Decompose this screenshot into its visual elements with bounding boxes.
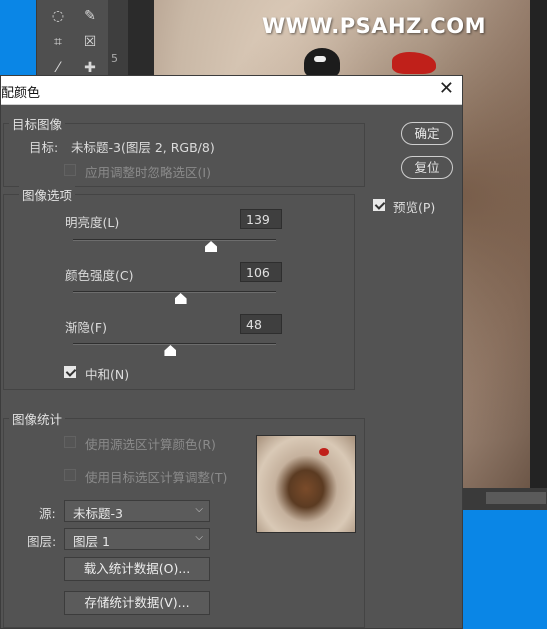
scrollbar-thumb[interactable] <box>486 492 546 504</box>
quick-selection-icon[interactable]: ✎ <box>79 6 101 26</box>
chevron-down-icon: ⌵ <box>195 504 203 515</box>
photoshop-toolbar: ◌ ✎ ⌗ ☒ ⁄ ✚ <box>36 0 110 78</box>
source-select[interactable]: 未标题-3 ⌵ <box>64 500 210 522</box>
reset-button[interactable]: 复位 <box>401 156 453 179</box>
luminance-input[interactable]: 139 <box>240 209 282 229</box>
target-image-label: 目标图像 <box>9 114 66 133</box>
ruler-number: 5 <box>111 52 118 65</box>
dialog-titlebar[interactable]: 配颜色 ✕ <box>1 76 462 105</box>
close-icon[interactable]: ✕ <box>439 80 454 98</box>
source-thumbnail <box>256 435 356 533</box>
save-statistics-button[interactable]: 存储统计数据(V)... <box>64 591 210 615</box>
chick-figure <box>304 48 340 78</box>
match-color-dialog: 配颜色 ✕ 目标图像 目标: 未标题-3(图层 2, RGB/8) 应用调整时忽… <box>0 75 463 629</box>
layer-select-value: 图层 1 <box>73 534 110 549</box>
neutralize-checkbox[interactable] <box>64 366 76 378</box>
source-label: 源: <box>39 506 56 521</box>
fade-slider[interactable] <box>73 343 276 345</box>
luminance-label: 明亮度(L) <box>65 215 120 230</box>
target-prefix: 目标: <box>29 140 59 155</box>
use-source-selection-checkbox[interactable] <box>64 436 76 448</box>
color-intensity-label: 颜色强度(C) <box>65 268 134 283</box>
layer-select[interactable]: 图层 1 ⌵ <box>64 528 210 550</box>
source-select-value: 未标题-3 <box>73 506 123 521</box>
fade-label: 渐隐(F) <box>65 320 107 335</box>
desktop-background-right <box>462 510 547 629</box>
preview-checkbox[interactable] <box>373 199 385 211</box>
use-target-selection-label: 使用目标选区计算调整(T) <box>85 470 228 485</box>
use-target-selection-checkbox[interactable] <box>64 469 76 481</box>
image-stats-label: 图像统计 <box>9 409 66 428</box>
color-intensity-slider[interactable] <box>73 291 276 293</box>
rooster-comb <box>392 52 436 74</box>
luminance-slider[interactable] <box>73 239 276 241</box>
frame-icon[interactable]: ☒ <box>79 32 101 52</box>
dialog-title: 配颜色 <box>1 86 41 101</box>
workspace-gap <box>128 0 154 78</box>
load-statistics-button[interactable]: 载入统计数据(O)... <box>64 557 210 581</box>
layer-label: 图层: <box>27 534 57 549</box>
ruler: 5 <box>108 0 128 78</box>
lasso-icon[interactable]: ◌ <box>47 6 69 26</box>
thumbnail-comb <box>319 448 329 456</box>
chevron-down-icon: ⌵ <box>195 532 203 543</box>
ignore-selection-checkbox[interactable] <box>64 164 76 176</box>
horizontal-scrollbar[interactable] <box>462 488 547 510</box>
ok-button[interactable]: 确定 <box>401 122 453 145</box>
use-source-selection-label: 使用源选区计算颜色(R) <box>85 437 216 452</box>
ignore-selection-label: 应用调整时忽略选区(I) <box>85 165 211 180</box>
preview-label: 预览(P) <box>393 200 436 215</box>
target-value: 未标题-3(图层 2, RGB/8) <box>71 140 215 155</box>
image-options-label: 图像选项 <box>19 185 76 204</box>
desktop-background <box>0 0 36 78</box>
chick-eye <box>314 56 326 62</box>
crop-icon[interactable]: ⌗ <box>47 32 69 52</box>
fade-input[interactable]: 48 <box>240 314 282 334</box>
color-intensity-input[interactable]: 106 <box>240 262 282 282</box>
watermark: WWW.PSAHZ.COM <box>262 14 486 38</box>
canvas-edge <box>530 0 547 488</box>
neutralize-label: 中和(N) <box>85 367 130 382</box>
